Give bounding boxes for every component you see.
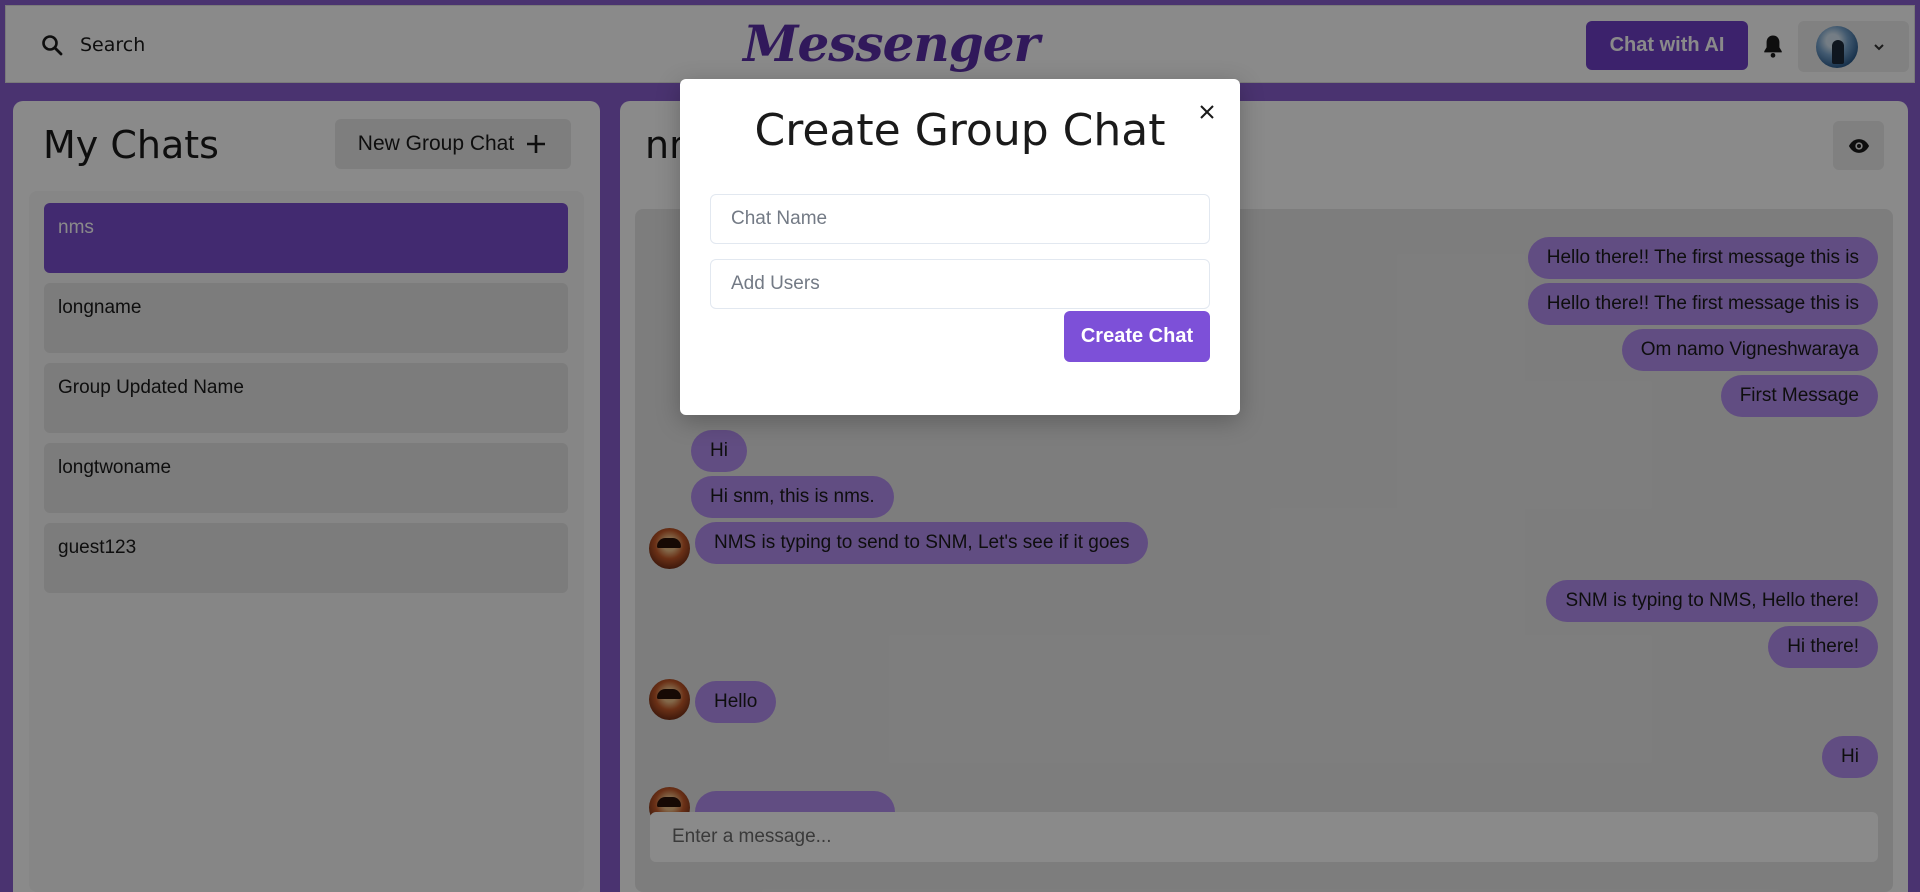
modal-title: Create Group Chat [754,105,1166,156]
chat-name-input[interactable] [710,194,1210,244]
create-group-chat-modal: Create Group Chat Create Chat [680,79,1240,415]
add-users-input[interactable] [710,259,1210,309]
create-chat-button[interactable]: Create Chat [1064,311,1210,362]
close-icon [1200,105,1214,119]
close-button[interactable] [1191,96,1223,128]
